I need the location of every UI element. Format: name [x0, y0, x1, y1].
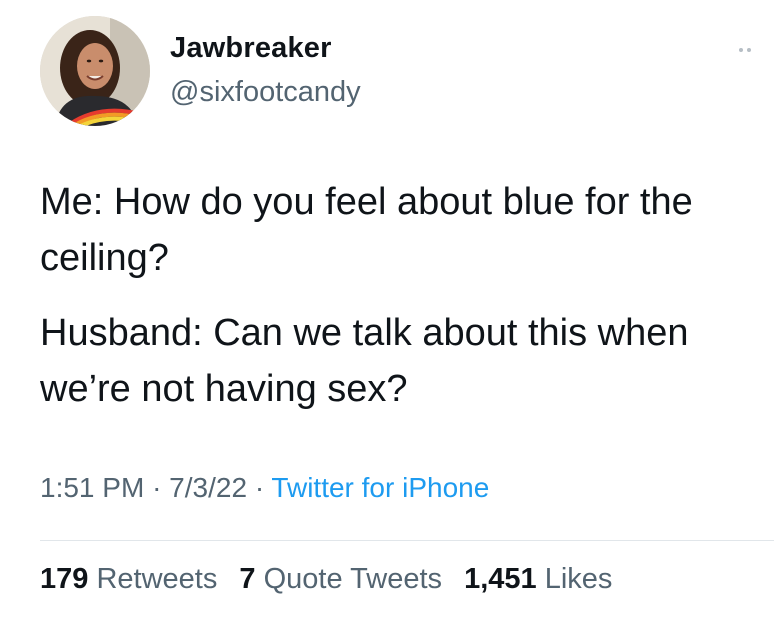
avatar[interactable]: [40, 16, 150, 126]
retweets-stat[interactable]: 179 Retweets: [40, 563, 217, 595]
quotes-label: Quote Tweets: [263, 563, 443, 595]
tweet-source-link[interactable]: Twitter for iPhone: [271, 472, 489, 503]
likes-count: 1,451: [464, 563, 537, 595]
more-options-icon[interactable]: [730, 28, 760, 72]
display-name[interactable]: Jawbreaker: [170, 32, 332, 65]
tweet-card: Jawbreaker @sixfootcandy Me: How do you …: [0, 0, 774, 621]
avatar-image: [40, 16, 150, 126]
dot: [747, 48, 751, 52]
retweets-count: 179: [40, 563, 89, 595]
divider: [40, 540, 774, 541]
quote-tweets-stat[interactable]: 7 Quote Tweets: [239, 563, 442, 595]
likes-label: Likes: [544, 563, 613, 595]
meta-separator: ·: [152, 472, 162, 503]
tweet-date[interactable]: 7/3/22: [169, 472, 247, 503]
retweets-label: Retweets: [96, 563, 218, 595]
quotes-count: 7: [239, 563, 256, 595]
tweet-stats: 179 Retweets 7 Quote Tweets 1,451 Likes: [40, 563, 612, 596]
tweet-time[interactable]: 1:51 PM: [40, 472, 144, 503]
user-handle[interactable]: @sixfootcandy: [170, 76, 361, 109]
meta-separator: ·: [254, 472, 265, 503]
tweet-meta: 1:51 PM · 7/3/22 · Twitter for iPhone: [40, 472, 489, 504]
tweet-text-line-1: Me: How do you feel about blue for the c…: [40, 181, 693, 279]
dot: [739, 48, 743, 52]
likes-stat[interactable]: 1,451 Likes: [464, 563, 612, 595]
tweet-text-line-2: Husband: Can we talk about this when we’…: [40, 312, 689, 410]
